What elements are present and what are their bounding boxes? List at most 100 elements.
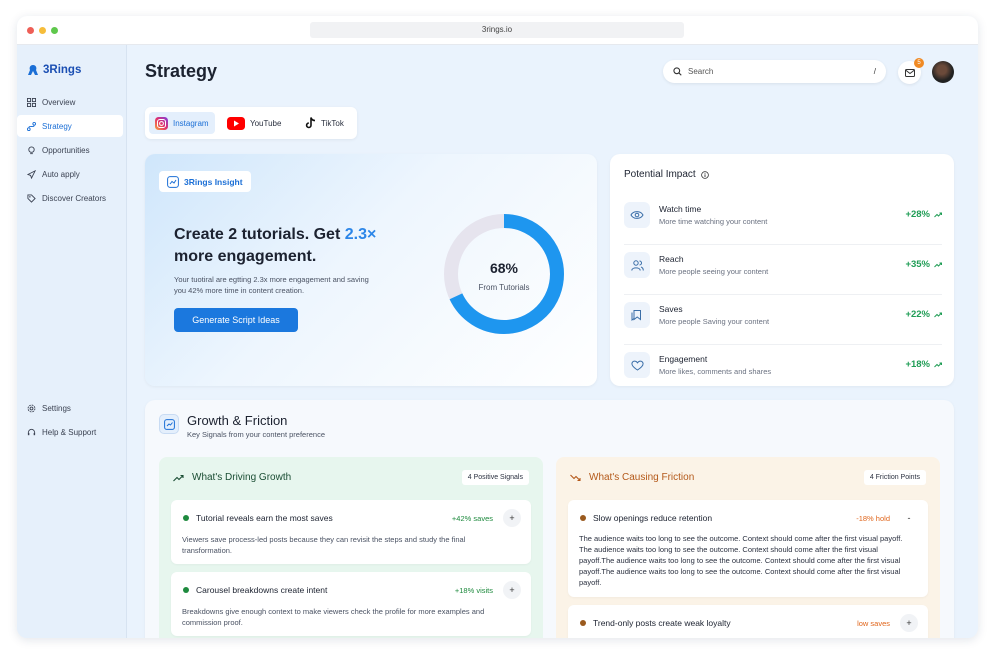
impact-desc: More time watching your content	[659, 217, 768, 226]
trend-up-icon	[934, 312, 942, 317]
impact-name: Saves	[659, 304, 683, 314]
expand-button[interactable]: +	[900, 614, 918, 632]
sidebar-item-overview[interactable]: Overview	[17, 91, 123, 113]
impact-row-engagement: Engagement More likes, comments and shar…	[624, 345, 942, 395]
growth-column: What's Driving Growth 4 Positive Signals…	[159, 457, 543, 638]
bookmark-icon	[624, 302, 650, 328]
insight-card: 3Rings Insight Create 2 tutorials. Get 2…	[145, 154, 597, 386]
search-shortcut: /	[873, 67, 876, 76]
growth-title: What's Driving Growth	[192, 472, 292, 483]
brand-logo[interactable]: 3Rings	[27, 64, 81, 76]
tab-youtube[interactable]: YouTube	[221, 112, 287, 134]
tab-tiktok[interactable]: TikTok	[299, 112, 350, 134]
sidebar: 3Rings Overview Strategy Opportunities A…	[17, 45, 127, 638]
expand-button[interactable]: +	[503, 581, 521, 599]
signal-body: The audience waits too long to see the o…	[579, 534, 903, 587]
growth-signal-card[interactable]: Carousel breakdowns create intent +18% v…	[171, 572, 531, 636]
brand-name: 3Rings	[43, 64, 82, 76]
growth-heading: What's Driving Growth	[173, 472, 291, 483]
search-icon	[673, 67, 682, 76]
sidebar-item-discover-creators[interactable]: Discover Creators	[17, 187, 123, 209]
impact-desc: More people seeing your content	[659, 267, 769, 276]
signal-title: Slow openings reduce retention	[593, 513, 713, 523]
section-subtitle: Key Signals from your content preference	[187, 430, 325, 439]
signal-title: Trend-only posts create weak loyalty	[593, 618, 731, 628]
url-bar[interactable]: 3rings.io	[310, 22, 684, 38]
insight-pill-label: 3Rings Insight	[184, 176, 243, 187]
collapse-button[interactable]: -	[900, 509, 918, 527]
status-dot	[183, 515, 189, 521]
generate-script-ideas-button[interactable]: Generate Script Ideas	[174, 308, 298, 332]
info-icon[interactable]	[700, 170, 709, 179]
impact-row-saves: Saves More people Saving your content +2…	[624, 295, 942, 345]
search-input[interactable]: Search /	[663, 60, 886, 83]
trend-up-icon	[934, 262, 942, 267]
close-window-icon[interactable]	[27, 27, 34, 34]
sidebar-item-help-support[interactable]: Help & Support	[17, 421, 123, 443]
headline-accent: 2.3×	[344, 226, 377, 243]
impact-desc: More likes, comments and shares	[659, 367, 772, 376]
insight-pill: 3Rings Insight	[159, 171, 251, 192]
tab-instagram[interactable]: Instagram	[149, 112, 215, 134]
sidebar-item-settings[interactable]: Settings	[17, 397, 123, 419]
impact-value: +35%	[905, 259, 942, 270]
strategy-icon	[27, 121, 36, 131]
impact-value-text: +18%	[905, 359, 930, 370]
instagram-icon	[155, 116, 168, 130]
sidebar-item-strategy[interactable]: Strategy	[17, 115, 123, 137]
friction-heading: What's Causing Friction	[570, 472, 694, 483]
mail-icon	[904, 68, 915, 77]
impact-value: +18%	[905, 359, 942, 370]
friction-signal-card[interactable]: Trend-only posts create weak loyalty low…	[568, 605, 928, 638]
logo-icon	[28, 65, 38, 75]
heart-icon	[624, 352, 650, 378]
growth-signal-card[interactable]: Tutorial reveals earn the most saves +42…	[171, 500, 531, 564]
donut-label: From Tutorials	[478, 283, 530, 292]
signal-title: Tutorial reveals earn the most saves	[196, 513, 333, 523]
signal-metric: +18% visits	[454, 586, 493, 595]
tab-label: YouTube	[250, 118, 282, 128]
page-title: Strategy	[145, 61, 218, 81]
platform-tabs: Instagram YouTube TikTok	[145, 107, 357, 139]
status-dot	[580, 515, 586, 521]
status-dot	[183, 587, 189, 593]
sidebar-item-label: Auto apply	[42, 169, 80, 179]
impact-desc: More people Saving your content	[659, 317, 770, 326]
eye-icon	[624, 202, 650, 228]
insight-headline: Create 2 tutorials. Get 2.3× more engage…	[174, 224, 414, 268]
donut-value: 68%	[489, 260, 519, 276]
friction-signal-card[interactable]: Slow openings reduce retention -18% hold…	[568, 500, 928, 597]
impact-name: Engagement	[659, 354, 708, 364]
rocket-icon	[27, 169, 36, 179]
signal-body: Breakdowns give enough context to make v…	[182, 607, 485, 627]
search-placeholder: Search	[688, 67, 714, 76]
trend-up-icon	[934, 212, 942, 217]
impact-value-text: +35%	[905, 259, 930, 270]
sidebar-item-auto-apply[interactable]: Auto apply	[17, 163, 123, 185]
avatar[interactable]	[932, 61, 954, 83]
impact-value-text: +22%	[905, 309, 930, 320]
impact-value: +22%	[905, 309, 942, 320]
insight-icon	[167, 175, 179, 188]
status-dot	[580, 620, 586, 626]
signal-metric: -18% hold	[856, 514, 890, 523]
section-title: Growth & Friction	[187, 413, 288, 428]
growth-chart-icon	[159, 414, 179, 434]
tiktok-icon	[305, 117, 316, 129]
impact-name: Watch time	[659, 204, 702, 214]
grid-icon	[27, 97, 36, 107]
signal-body: Viewers save process-led posts because t…	[182, 535, 466, 555]
headline-text: Create 2 tutorials. Get	[174, 226, 345, 243]
maximize-window-icon[interactable]	[51, 27, 58, 34]
gear-icon	[27, 404, 36, 412]
tab-label: Instagram	[173, 118, 209, 128]
expand-button[interactable]: +	[503, 509, 521, 527]
browser-titlebar: 3rings.io	[17, 16, 978, 45]
sidebar-item-opportunities[interactable]: Opportunities	[17, 139, 123, 161]
minimize-window-icon[interactable]	[39, 27, 46, 34]
friction-title: What's Causing Friction	[589, 472, 695, 483]
potential-impact-card: Potential Impact Watch time More time wa…	[610, 154, 954, 386]
signal-metric: +42% saves	[451, 514, 493, 523]
impact-value: +28%	[905, 209, 942, 220]
impact-name: Reach	[659, 254, 684, 264]
